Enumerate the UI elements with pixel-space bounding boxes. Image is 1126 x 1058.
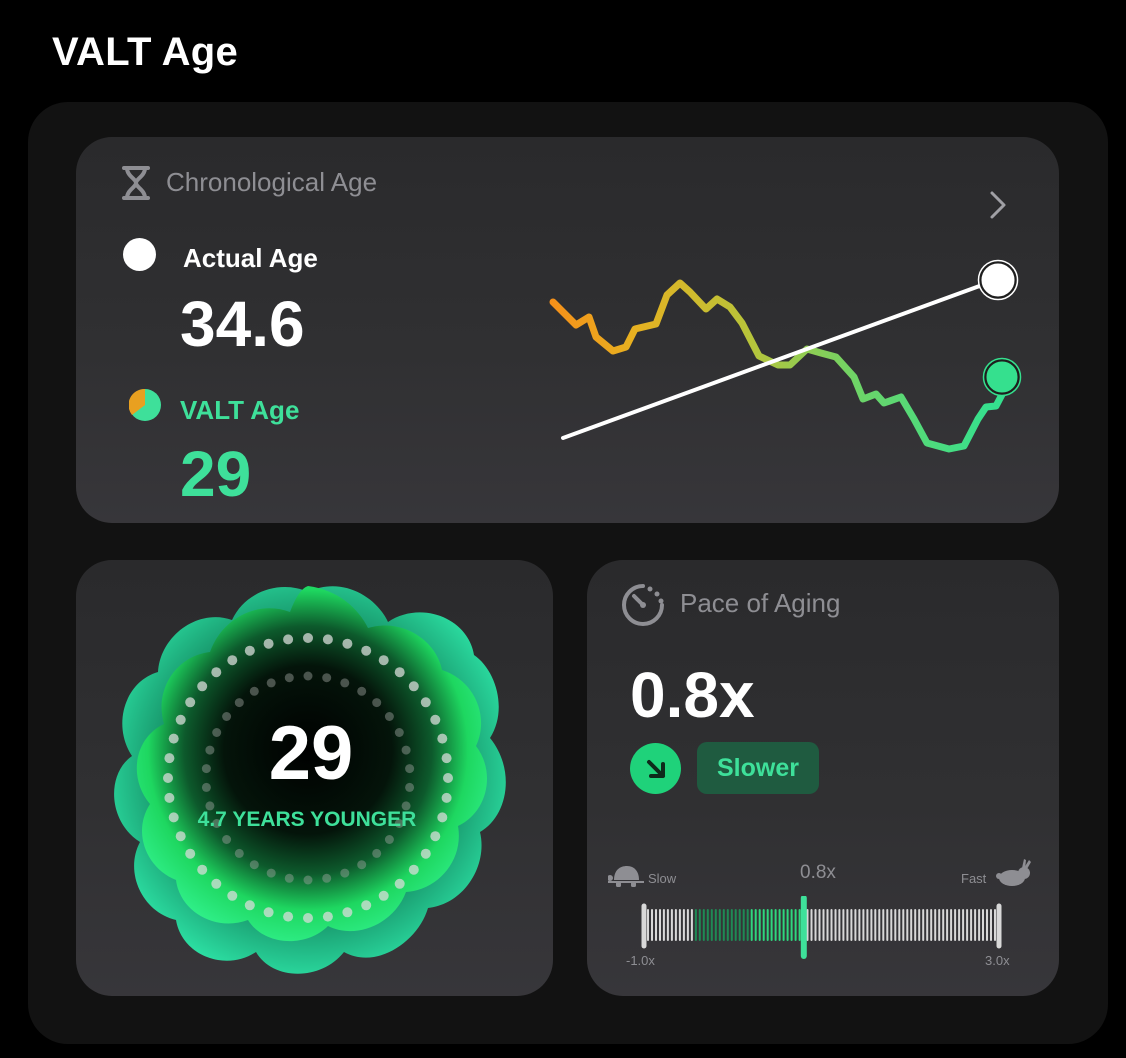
ring-dot bbox=[342, 638, 353, 649]
ring-dot bbox=[263, 638, 274, 649]
valt-age-ring-value: 29 bbox=[268, 711, 354, 796]
ring-dot bbox=[249, 686, 259, 696]
ring-dot bbox=[372, 848, 382, 858]
ring-dot bbox=[227, 890, 238, 901]
years-younger-caption: 4.7 YEARS YOUNGER bbox=[197, 808, 417, 831]
slower-status-badge: Slower bbox=[697, 742, 819, 794]
speedometer-icon bbox=[622, 584, 664, 626]
scale-marker-label: 0.8x bbox=[800, 862, 836, 883]
arrow-down-right-icon bbox=[630, 743, 681, 794]
ring-dot bbox=[197, 681, 208, 692]
ring-dot bbox=[303, 633, 313, 643]
ring-dot bbox=[197, 864, 208, 875]
ring-dot bbox=[430, 831, 441, 842]
ring-dot bbox=[303, 913, 313, 923]
actual-age-endpoint bbox=[978, 260, 1018, 300]
pace-scale-slider[interactable] bbox=[627, 896, 1017, 966]
chronological-age-card[interactable]: Chronological Age Actual Age 34.6 VALT A… bbox=[76, 137, 1059, 523]
ring-dot bbox=[185, 848, 196, 859]
ring-dot bbox=[249, 860, 259, 870]
pace-of-aging-card[interactable]: Pace of Aging 0.8x Slower Slow 0.8x Fast… bbox=[587, 560, 1059, 996]
ring-dot bbox=[283, 634, 294, 645]
ring-dot bbox=[384, 835, 394, 844]
ring-dot bbox=[361, 645, 372, 656]
scale-max-label: 3.0x bbox=[985, 953, 1010, 968]
valt-age-endpoint bbox=[983, 358, 1021, 396]
ring-dot bbox=[244, 645, 255, 656]
ring-dot bbox=[222, 835, 232, 844]
ring-dot bbox=[234, 698, 244, 708]
ring-dot bbox=[408, 864, 419, 875]
ring-dot bbox=[357, 860, 367, 870]
ring-dot bbox=[357, 686, 367, 696]
ring-dot bbox=[283, 911, 294, 922]
ring-dot bbox=[340, 868, 350, 878]
ring-dot bbox=[211, 667, 222, 678]
ring-dot bbox=[408, 681, 419, 692]
ring-dot bbox=[266, 868, 276, 878]
turtle-icon bbox=[608, 866, 644, 887]
pace-of-aging-value: 0.8x bbox=[630, 659, 755, 731]
ring-dot bbox=[266, 678, 276, 688]
scale-fast-label: Fast bbox=[961, 871, 987, 886]
ring-dot bbox=[394, 667, 405, 678]
rabbit-icon bbox=[996, 859, 1031, 886]
ring-dot bbox=[340, 678, 350, 688]
ring-dot bbox=[372, 698, 382, 708]
age-trend-chart bbox=[549, 259, 1022, 453]
ring-dot bbox=[378, 890, 389, 901]
ring-dot bbox=[284, 873, 294, 883]
ring-dot bbox=[211, 878, 222, 889]
scale-min-label: -1.0x bbox=[626, 953, 655, 968]
ring-dot bbox=[185, 697, 196, 708]
ring-dot bbox=[342, 907, 353, 918]
ring-dot bbox=[420, 697, 431, 708]
ring-dot bbox=[420, 848, 431, 859]
ring-dot bbox=[394, 878, 405, 889]
ring-dot bbox=[244, 900, 255, 911]
page-title: VALT Age bbox=[52, 30, 239, 74]
ring-dot bbox=[322, 634, 333, 645]
valt-age-trend-line bbox=[549, 279, 1010, 453]
scale-slow-label: Slow bbox=[648, 871, 677, 886]
valt-age-ring-card[interactable]: 29 4.7 YEARS YOUNGER bbox=[76, 560, 553, 996]
ring-dot bbox=[303, 671, 313, 681]
actual-age-trend-line bbox=[561, 278, 998, 440]
ring-dot bbox=[322, 911, 333, 922]
ring-dot bbox=[284, 673, 294, 683]
ring-dot bbox=[234, 848, 244, 858]
pace-of-aging-title: Pace of Aging bbox=[680, 588, 841, 618]
ring-dot bbox=[227, 655, 238, 666]
ring-dot bbox=[378, 655, 389, 666]
ring-dot bbox=[175, 831, 186, 842]
ring-dot bbox=[322, 673, 332, 683]
ring-dot bbox=[361, 900, 372, 911]
ring-dot bbox=[322, 873, 332, 883]
ring-dot bbox=[303, 875, 313, 885]
ring-dot bbox=[263, 907, 274, 918]
